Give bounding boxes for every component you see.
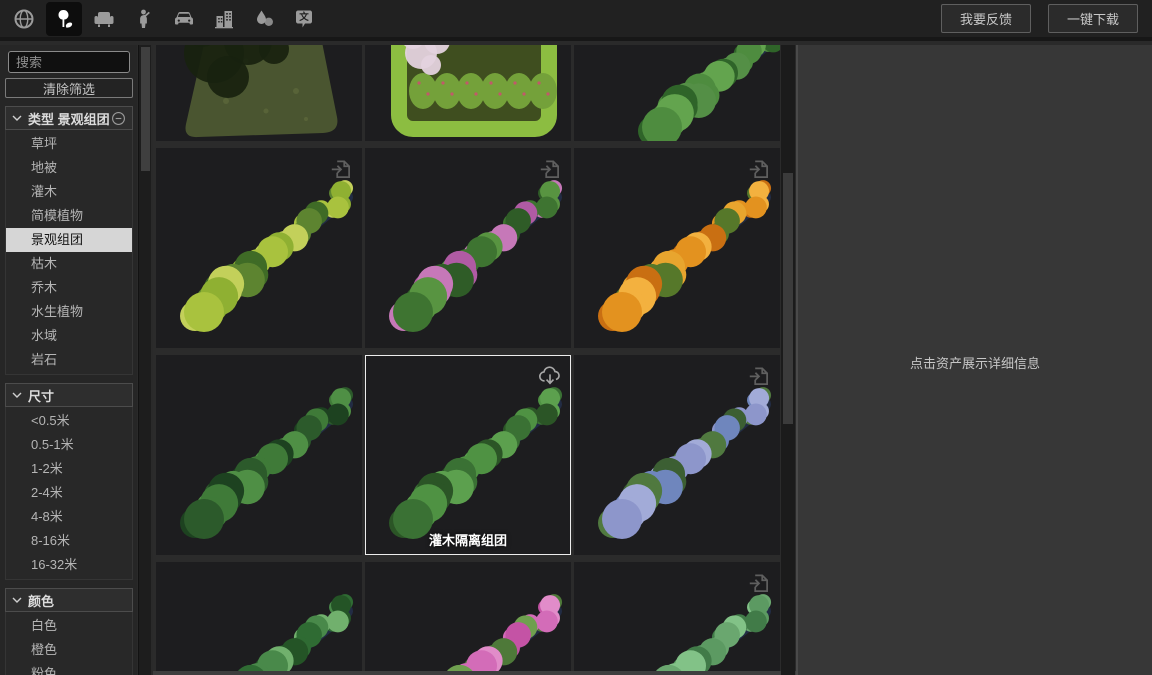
top-toolbar: 文 我要反馈 一键下载 <box>0 0 1152 41</box>
scrollbar-thumb[interactable] <box>783 173 793 424</box>
import-button[interactable] <box>537 156 563 182</box>
import-button[interactable] <box>746 156 772 182</box>
filter-item[interactable]: 简模植物 <box>6 204 132 228</box>
vegetation-icon[interactable] <box>46 2 82 36</box>
filter-section: 颜色白色橙色粉色 <box>5 588 133 675</box>
import-button[interactable] <box>746 363 772 389</box>
filter-section-header[interactable]: 颜色 <box>5 588 133 612</box>
import-button[interactable] <box>746 570 772 596</box>
asset-title: 灌木隔离组团 <box>365 530 571 549</box>
category-tabs: 文 <box>0 2 322 36</box>
asset-thumbnail <box>574 45 780 141</box>
asset-thumbnail <box>156 562 362 675</box>
chevron-down-icon <box>12 115 22 121</box>
filter-item[interactable]: 2-4米 <box>6 481 132 505</box>
building-icon[interactable] <box>206 2 242 36</box>
filter-item[interactable]: 1-2米 <box>6 457 132 481</box>
filter-item[interactable]: 8-16米 <box>6 529 132 553</box>
sidebar-scrollbar <box>138 45 151 675</box>
filter-section-header[interactable]: 类型 景观组团 <box>5 106 133 130</box>
filter-item[interactable]: 水生植物 <box>6 300 132 324</box>
filter-item[interactable]: 灌木 <box>6 180 132 204</box>
filter-item[interactable]: 橙色 <box>6 638 132 662</box>
import-button[interactable] <box>328 156 354 182</box>
asset-card[interactable] <box>365 45 571 141</box>
asset-card[interactable] <box>574 148 780 348</box>
asset-card[interactable] <box>156 355 362 555</box>
asset-card[interactable] <box>365 148 571 348</box>
grid-scrollbar <box>781 45 795 675</box>
asset-card[interactable] <box>156 148 362 348</box>
filter-item[interactable]: 粉色 <box>6 662 132 675</box>
filter-options: <0.5米0.5-1米1-2米2-4米4-8米8-16米16-32米 <box>5 407 133 580</box>
download-all-button[interactable]: 一键下载 <box>1048 4 1138 33</box>
open-in-scene-icon <box>746 156 772 182</box>
filter-item[interactable]: 水域 <box>6 324 132 348</box>
filter-item[interactable]: 岩石 <box>6 348 132 372</box>
asset-thumbnail <box>365 562 571 675</box>
filter-sections: 类型 景观组团草坪地被灌木简模植物景观组团枯木乔木水生植物水域岩石尺寸 <0.5米… <box>0 106 137 675</box>
asset-thumbnail <box>156 355 362 555</box>
asset-card[interactable] <box>574 562 780 675</box>
filter-sidebar: 清除筛选 类型 景观组团草坪地被灌木简模植物景观组团枯木乔木水生植物水域岩石尺寸… <box>0 45 137 675</box>
filter-item[interactable]: 地被 <box>6 156 132 180</box>
asset-grid: 灌木隔离组团 <box>156 45 780 675</box>
furniture-icon[interactable] <box>86 2 122 36</box>
filter-item[interactable]: 景观组团 <box>6 228 132 252</box>
filter-item[interactable]: 乔木 <box>6 276 132 300</box>
filter-options: 草坪地被灌木简模植物景观组团枯木乔木水生植物水域岩石 <box>5 130 133 375</box>
open-in-scene-icon <box>746 363 772 389</box>
open-in-scene-icon <box>746 570 772 596</box>
filter-item[interactable]: 16-32米 <box>6 553 132 577</box>
vehicle-icon[interactable] <box>166 2 202 36</box>
filter-item[interactable]: 4-8米 <box>6 505 132 529</box>
asset-card[interactable]: 灌木隔离组团 <box>365 355 571 555</box>
feedback-button[interactable]: 我要反馈 <box>941 4 1031 33</box>
chevron-down-icon <box>12 597 22 603</box>
filter-section: 尺寸 <0.5米0.5-1米1-2米2-4米4-8米8-16米16-32米 <box>5 383 133 580</box>
open-in-scene-icon <box>537 156 563 182</box>
material-icon[interactable] <box>246 2 282 36</box>
asset-card[interactable] <box>156 562 362 675</box>
filter-item[interactable]: <0.5米 <box>6 409 132 433</box>
asset-grid-viewport: 灌木隔离组团 <box>153 45 781 675</box>
filter-item[interactable]: 白色 <box>6 614 132 638</box>
filter-item[interactable]: 草坪 <box>6 132 132 156</box>
filter-section-title: 颜色 <box>28 591 126 610</box>
open-in-scene-icon <box>328 156 354 182</box>
asset-card[interactable] <box>156 45 362 141</box>
asset-thumbnail <box>365 45 571 141</box>
chevron-down-icon <box>12 392 22 398</box>
filter-section-title: 尺寸 <box>28 386 126 405</box>
details-hint: 点击资产展示详细信息 <box>798 353 1152 372</box>
search-input[interactable] <box>8 51 130 73</box>
grid-bottom-edge <box>153 671 796 675</box>
filter-options: 白色橙色粉色 <box>5 612 133 675</box>
globe-icon[interactable] <box>6 2 42 36</box>
details-panel: 点击资产展示详细信息 <box>798 45 1152 675</box>
toolbar-actions: 我要反馈 一键下载 <box>941 4 1152 33</box>
asset-card[interactable] <box>574 45 780 141</box>
filter-item[interactable]: 枯木 <box>6 252 132 276</box>
filter-section-header[interactable]: 尺寸 <box>5 383 133 407</box>
language-icon[interactable]: 文 <box>286 2 322 36</box>
asset-card[interactable] <box>365 562 571 675</box>
cloud-download-button[interactable] <box>537 363 563 389</box>
filter-section: 类型 景观组团草坪地被灌木简模植物景观组团枯木乔木水生植物水域岩石 <box>5 106 133 375</box>
asset-thumbnail <box>156 45 362 141</box>
people-icon[interactable] <box>126 2 162 36</box>
filter-item[interactable]: 0.5-1米 <box>6 433 132 457</box>
filter-section-title: 类型 景观组团 <box>28 109 111 128</box>
cloud-download-icon <box>537 363 563 389</box>
asset-card[interactable] <box>574 355 780 555</box>
scrollbar-thumb[interactable] <box>141 47 150 171</box>
remove-filter-icon[interactable] <box>111 111 126 126</box>
clear-filters-button[interactable]: 清除筛选 <box>5 78 133 98</box>
lang-glyph: 文 <box>298 11 309 23</box>
